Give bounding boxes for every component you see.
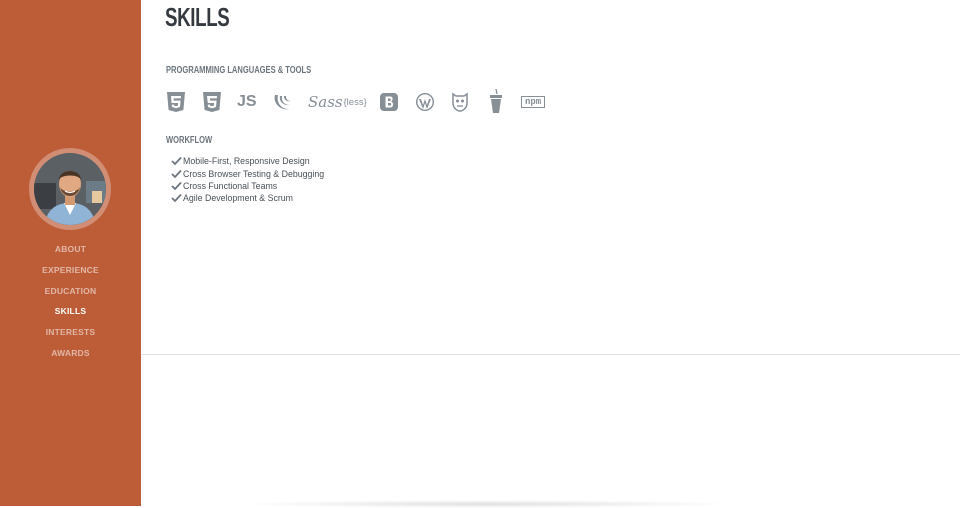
- nav-item-awards[interactable]: Awards: [0, 342, 141, 363]
- nav-link-skills[interactable]: Skills: [55, 306, 86, 316]
- nav-link-awards[interactable]: Awards: [51, 348, 90, 358]
- jquery-icon: [273, 90, 309, 114]
- wordpress-icon: [415, 90, 451, 114]
- check-icon: [171, 157, 182, 166]
- workflow-item-text: Mobile-First, Responsive Design: [183, 156, 310, 167]
- sidebar: About Experience Education Skills Intere…: [0, 0, 141, 506]
- workflow-item-text: Cross Functional Teams: [183, 180, 278, 191]
- skill-icons: JS Sass {less} npm: [166, 89, 557, 114]
- list-item: Cross Browser Testing & Debugging: [171, 167, 324, 179]
- sidebar-nav: About Experience Education Skills Intere…: [0, 239, 141, 363]
- nav-link-education[interactable]: Education: [45, 286, 97, 296]
- npm-icon-text: npm: [521, 96, 546, 108]
- grunt-icon: [450, 90, 486, 114]
- gulp-icon: [486, 89, 522, 114]
- nav-link-interests[interactable]: Interests: [46, 327, 96, 337]
- list-item: Cross Functional Teams: [171, 180, 324, 192]
- workflow-item-text: Cross Browser Testing & Debugging: [183, 168, 325, 179]
- nav-item-education[interactable]: Education: [0, 280, 141, 301]
- html5-icon: [166, 90, 202, 114]
- nav-item-skills[interactable]: Skills: [0, 301, 141, 322]
- js-icon: JS: [237, 90, 273, 114]
- check-icon: [171, 194, 182, 203]
- page-title: SKILLS: [165, 2, 230, 32]
- list-item: Mobile-First, Responsive Design: [171, 155, 324, 167]
- workflow-list: Mobile-First, Responsive Design Cross Br…: [171, 155, 324, 205]
- workflow-item-text: Agile Development & Scrum: [183, 193, 294, 204]
- css3-icon: [202, 90, 238, 114]
- npm-icon: npm: [521, 90, 557, 114]
- section-divider: [141, 354, 960, 355]
- bottom-shadow: [237, 500, 737, 508]
- profile-avatar: [34, 153, 106, 225]
- bootstrap-icon: [379, 90, 415, 114]
- profile-avatar-frame: [29, 148, 111, 230]
- less-icon-text: {less}: [343, 96, 367, 108]
- skills-section: SKILLS Programming Languages & Tools JS: [141, 0, 960, 508]
- languages-heading: Programming Languages & Tools: [166, 64, 312, 76]
- sass-icon-text: Sass: [308, 93, 343, 111]
- nav-link-experience[interactable]: Experience: [42, 265, 99, 275]
- workflow-heading: Workflow: [166, 134, 213, 146]
- nav-item-interests[interactable]: Interests: [0, 322, 141, 343]
- check-icon: [171, 181, 182, 191]
- check-icon: [171, 169, 182, 178]
- list-item: Agile Development & Scrum: [171, 192, 324, 204]
- sass-icon: Sass: [308, 90, 344, 114]
- nav-link-about[interactable]: About: [55, 244, 86, 254]
- nav-item-experience[interactable]: Experience: [0, 260, 141, 281]
- profile-photo: [34, 153, 106, 225]
- nav-item-about[interactable]: About: [0, 239, 141, 260]
- js-icon-text: JS: [237, 93, 257, 110]
- less-icon: {less}: [344, 90, 380, 114]
